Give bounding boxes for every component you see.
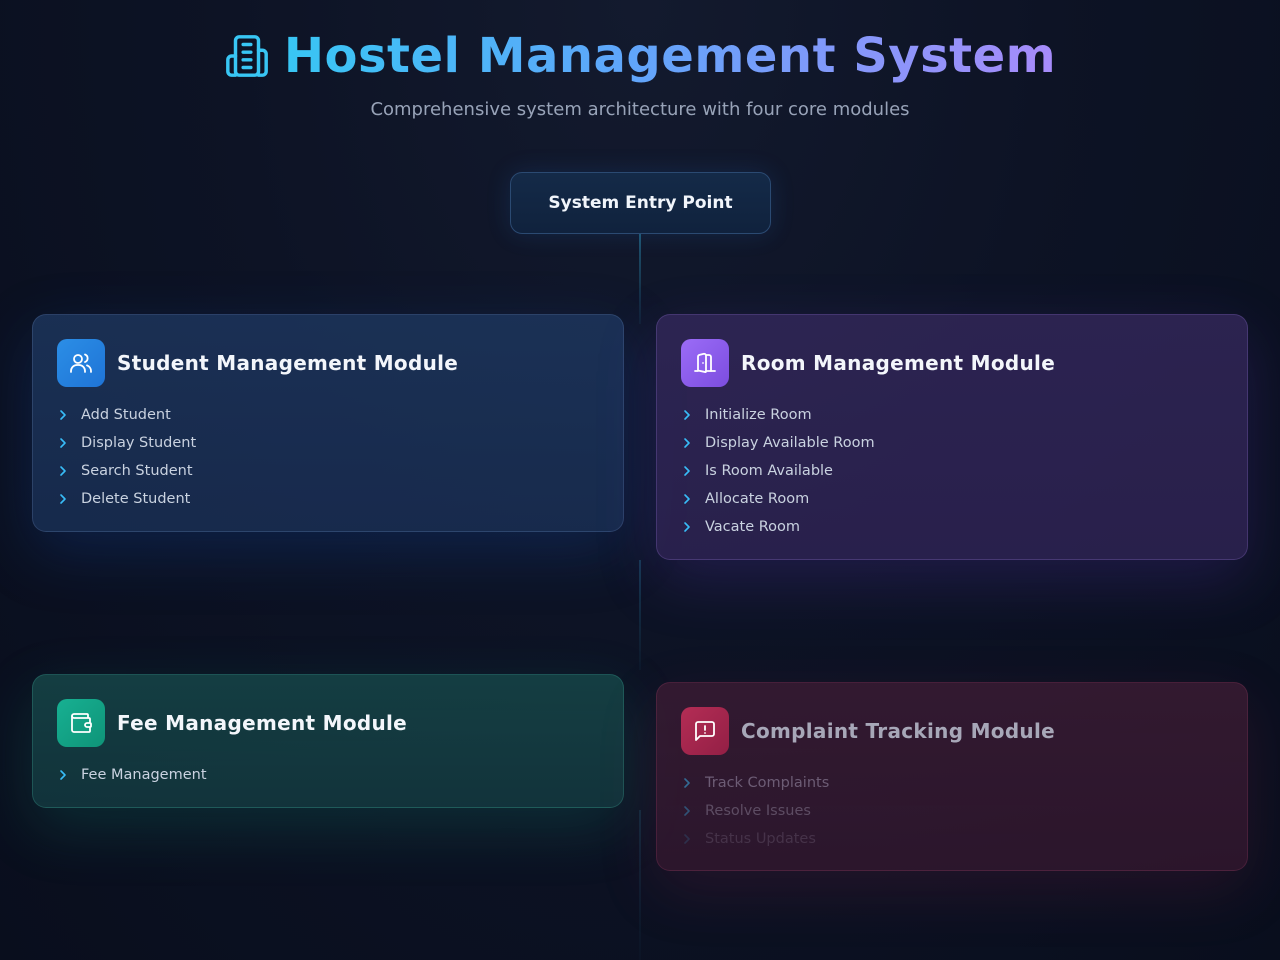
list-item-label: Display Student [81, 435, 197, 451]
chevron-right-icon [681, 805, 705, 817]
list-item-label: Fee Management [81, 767, 207, 783]
wallet-icon [57, 699, 105, 747]
users-icon [57, 339, 105, 387]
module-function-list: Initialize Room Display Available Room I… [681, 401, 1223, 541]
module-title: Student Management Module [117, 351, 459, 375]
list-item-label: Track Complaints [705, 775, 830, 791]
fee-management-card[interactable]: Fee Management Module Fee Management [32, 674, 624, 808]
list-item[interactable]: Display Available Room [681, 429, 1223, 457]
list-item-label: Allocate Room [705, 491, 810, 507]
connector-line-bottom [639, 810, 641, 960]
list-item-label: Initialize Room [705, 407, 812, 423]
list-item-label: Resolve Issues [705, 803, 811, 819]
chevron-right-icon [57, 409, 81, 421]
module-title: Fee Management Module [117, 711, 408, 735]
module-function-list: Add Student Display Student Search Stude… [57, 401, 599, 513]
chevron-right-icon [681, 493, 705, 505]
door-icon [681, 339, 729, 387]
list-item-label: Vacate Room [705, 519, 801, 535]
module-function-list: Track Complaints Resolve Issues Status U… [681, 769, 1223, 853]
list-item-label: Add Student [81, 407, 171, 423]
building-icon [224, 33, 270, 79]
chevron-right-icon [681, 777, 705, 789]
list-item[interactable]: Display Student [57, 429, 599, 457]
chevron-right-icon [681, 409, 705, 421]
list-item[interactable]: Initialize Room [681, 401, 1223, 429]
list-item[interactable]: Search Student [57, 457, 599, 485]
list-item-label: Display Available Room [705, 435, 875, 451]
student-management-card[interactable]: Student Management Module Add Student Di… [32, 314, 624, 532]
list-item[interactable]: Track Complaints [681, 769, 1223, 797]
chevron-right-icon [681, 833, 705, 845]
system-entry-point[interactable]: System Entry Point [510, 172, 771, 234]
list-item[interactable]: Add Student [57, 401, 599, 429]
chevron-right-icon [57, 465, 81, 477]
list-item[interactable]: Status Updates [681, 825, 1223, 853]
list-item[interactable]: Delete Student [57, 485, 599, 513]
list-item[interactable]: Allocate Room [681, 485, 1223, 513]
chevron-right-icon [681, 437, 705, 449]
complaint-tracking-card[interactable]: Complaint Tracking Module Track Complain… [656, 682, 1248, 871]
connector-line-top [639, 234, 641, 324]
list-item[interactable]: Vacate Room [681, 513, 1223, 541]
chevron-right-icon [57, 493, 81, 505]
chevron-right-icon [57, 769, 81, 781]
page-title: Hostel Management System [283, 28, 1057, 84]
list-item[interactable]: Is Room Available [681, 457, 1223, 485]
module-title: Room Management Module [741, 351, 1056, 375]
message-alert-icon [681, 707, 729, 755]
module-title: Complaint Tracking Module [741, 719, 1055, 743]
chevron-right-icon [681, 521, 705, 533]
list-item-label: Is Room Available [705, 463, 833, 479]
list-item-label: Status Updates [705, 831, 816, 847]
chevron-right-icon [681, 465, 705, 477]
room-management-card[interactable]: Room Management Module Initialize Room D… [656, 314, 1248, 560]
list-item-label: Delete Student [81, 491, 191, 507]
list-item[interactable]: Fee Management [57, 761, 599, 789]
module-function-list: Fee Management [57, 761, 599, 789]
page-header: Hostel Management System [0, 28, 1280, 84]
chevron-right-icon [57, 437, 81, 449]
list-item[interactable]: Resolve Issues [681, 797, 1223, 825]
connector-line-middle [639, 560, 641, 670]
page-subtitle: Comprehensive system architecture with f… [370, 99, 910, 120]
list-item-label: Search Student [81, 463, 193, 479]
